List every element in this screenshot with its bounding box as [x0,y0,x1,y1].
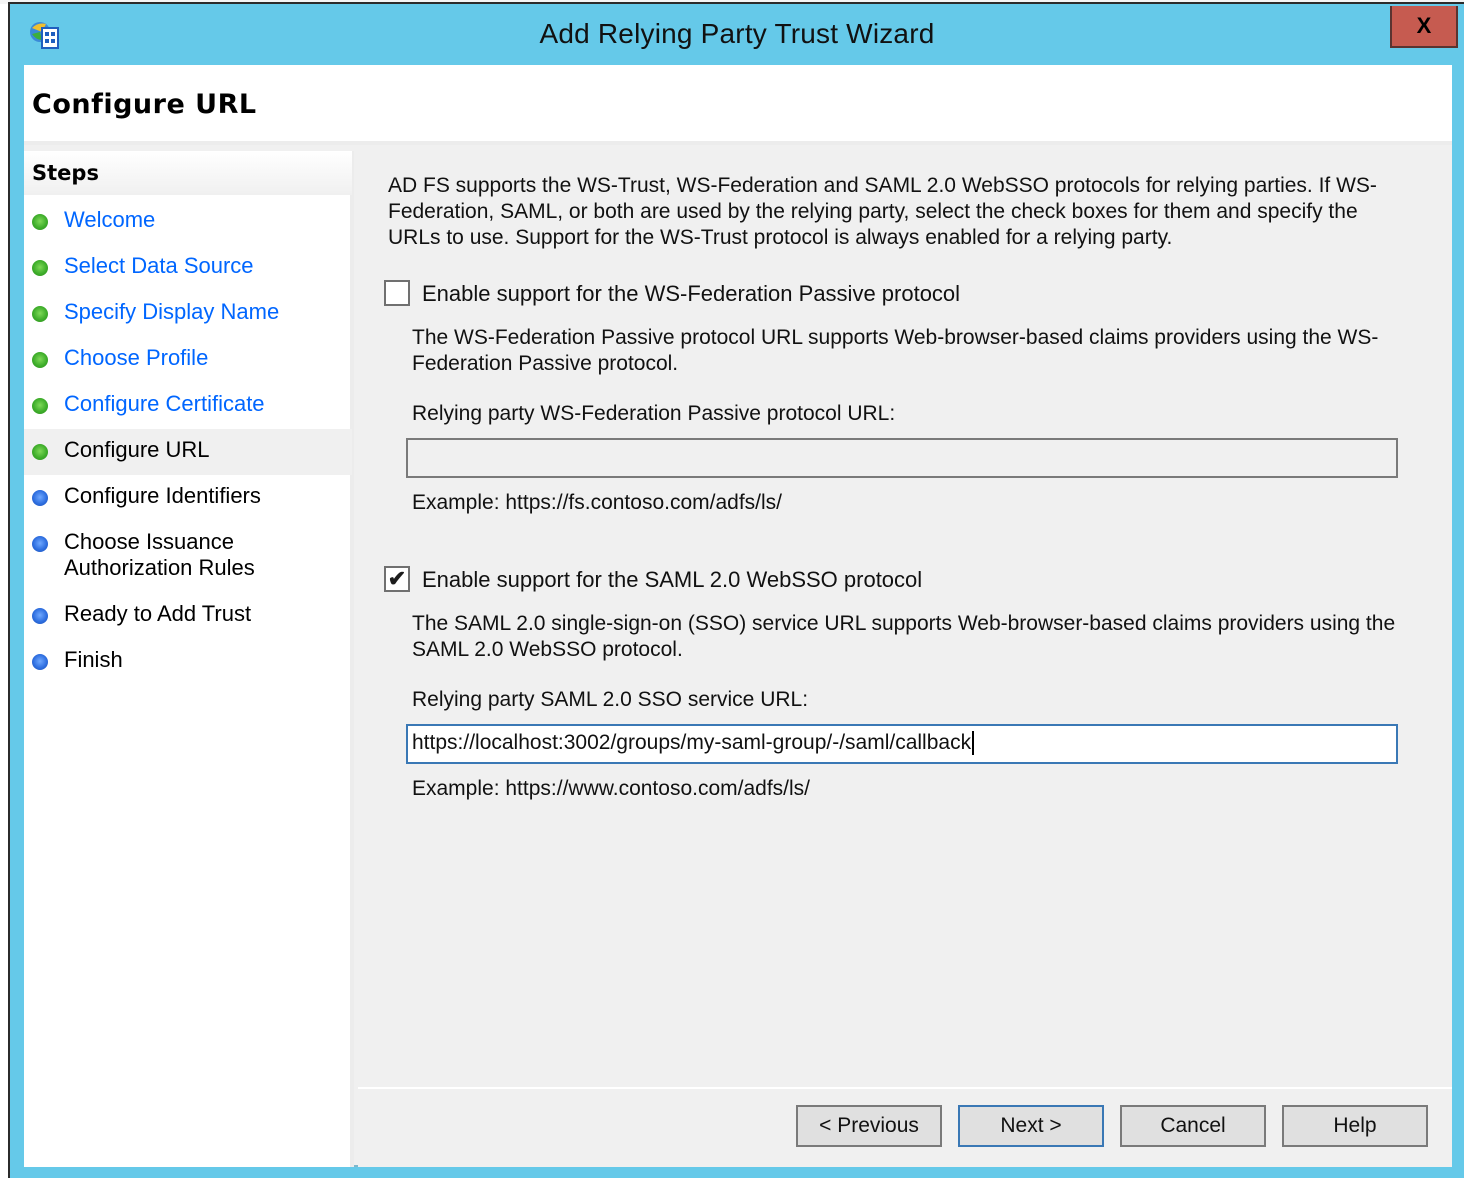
step-pending-icon [32,608,48,624]
ws-federation-checkbox-label[interactable]: Enable support for the WS-Federation Pas… [422,281,960,307]
step-label: Configure URL [64,437,210,462]
step-welcome[interactable]: Welcome [24,199,352,245]
close-button[interactable]: X [1390,6,1458,48]
ws-federation-checkbox[interactable] [384,280,410,306]
step-pending-icon [32,490,48,506]
step-complete-icon [32,306,48,322]
main-content: AD FS supports the WS-Trust, WS-Federati… [358,151,1452,1167]
help-button[interactable]: Help [1282,1105,1428,1147]
checkmark-icon: ✔ [387,566,407,591]
step-configure-identifiers: Configure Identifiers [24,475,352,521]
step-label: Configure Identifiers [64,483,261,508]
saml-url-value: https://localhost:3002/groups/my-saml-gr… [412,731,972,754]
steps-title: Steps [32,161,99,185]
step-complete-icon [32,398,48,414]
step-pending-icon [32,654,48,670]
window-title: Add Relying Party Trust Wizard [539,18,935,49]
step-label: Ready to Add Trust [64,601,252,626]
step-label-line1: Choose Issuance [64,529,234,554]
cancel-button[interactable]: Cancel [1120,1105,1266,1147]
step-label[interactable]: Configure Certificate [64,391,265,417]
step-pending-icon [32,536,48,552]
intro-text: AD FS supports the WS-Trust, WS-Federati… [388,174,1377,249]
step-current-icon [32,444,48,460]
ws-federation-description: The WS-Federation Passive protocol URL s… [412,326,1379,375]
ws-federation-url-input[interactable] [406,438,1398,478]
step-configure-certificate[interactable]: Configure Certificate [24,383,352,429]
wizard-client-area: Configure URL Steps Welcome Select Data … [24,65,1452,1167]
saml-url-label: Relying party SAML 2.0 SSO service URL: [412,688,809,711]
page-header: Configure URL [24,65,1452,145]
step-label[interactable]: Specify Display Name [64,299,279,325]
page-title: Configure URL [32,89,257,120]
saml-checkbox-label[interactable]: Enable support for the SAML 2.0 WebSSO p… [422,567,922,593]
previous-button[interactable]: < Previous [796,1105,942,1147]
step-complete-icon [32,260,48,276]
step-choose-issuance-authorization-rules: Choose Issuance Authorization Rules [24,521,352,591]
step-label[interactable]: Choose Profile [64,345,208,371]
step-select-data-source[interactable]: Select Data Source [24,245,352,291]
step-label[interactable]: Welcome [64,207,155,233]
step-choose-profile[interactable]: Choose Profile [24,337,352,383]
close-icon: X [1416,13,1432,38]
title-bar: Add Relying Party Trust Wizard X [10,4,1464,64]
step-complete-icon [32,352,48,368]
step-finish: Finish [24,639,352,685]
step-complete-icon [32,214,48,230]
next-button[interactable]: Next > [958,1105,1104,1147]
saml-checkbox[interactable]: ✔ [384,566,410,592]
saml-example: Example: https://www.contoso.com/adfs/ls… [412,777,810,800]
saml-description: The SAML 2.0 single-sign-on (SSO) servic… [412,612,1396,661]
step-label-line2: Authorization Rules [64,555,255,580]
step-ready-to-add-trust: Ready to Add Trust [24,593,352,639]
background-bottom [0,1178,1464,1184]
steps-header: Steps [24,151,352,195]
step-label: Finish [64,647,123,672]
ws-federation-example: Example: https://fs.contoso.com/adfs/ls/ [412,491,782,514]
step-specify-display-name[interactable]: Specify Display Name [24,291,352,337]
saml-url-input[interactable]: https://localhost:3002/groups/my-saml-gr… [406,724,1398,764]
wizard-window: Add Relying Party Trust Wizard X Configu… [8,2,1464,1180]
ws-federation-url-label: Relying party WS-Federation Passive prot… [412,402,896,425]
footer-divider [358,1087,1452,1089]
steps-sidebar: Steps Welcome Select Data Source Specify… [24,151,354,1167]
step-configure-url: Configure URL [24,429,352,475]
text-caret [972,731,975,756]
step-label[interactable]: Select Data Source [64,253,254,279]
